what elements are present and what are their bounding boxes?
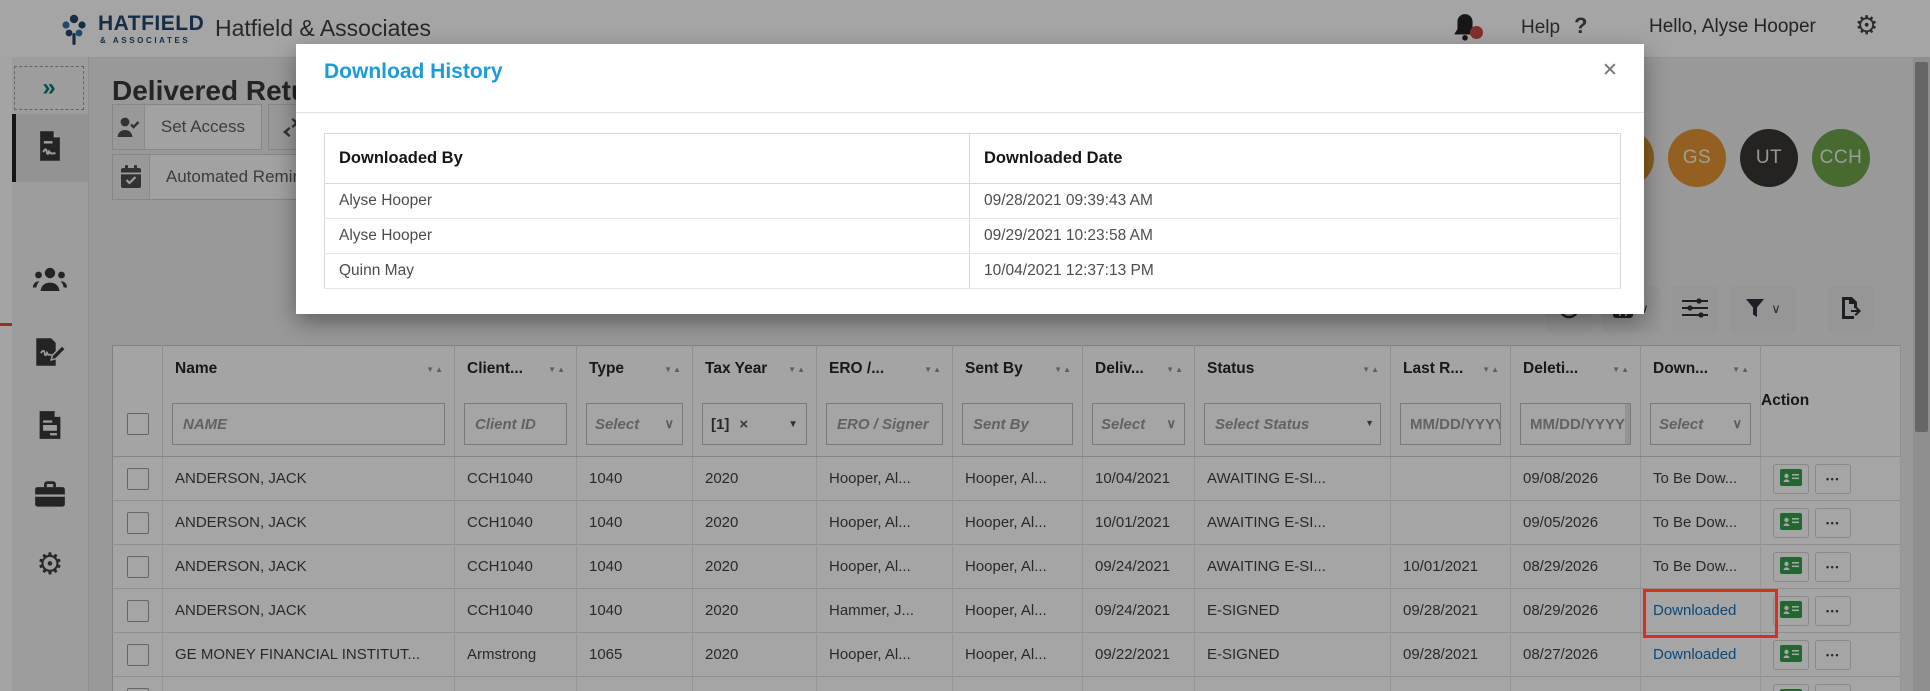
modal-divider bbox=[296, 112, 1644, 113]
download-history-table: Downloaded By Downloaded Date Alyse Hooper… bbox=[324, 133, 1621, 289]
history-column-header: Downloaded Date bbox=[969, 133, 1621, 184]
history-row: Alyse Hooper 09/28/2021 09:39:43 AM bbox=[324, 183, 1621, 219]
app: HATFIELD & ASSOCIATES Hatfield & Associa… bbox=[0, 0, 1930, 691]
history-downloaded-date: 10/04/2021 12:37:13 PM bbox=[969, 253, 1621, 289]
history-downloaded-date: 09/29/2021 10:23:58 AM bbox=[969, 218, 1621, 254]
close-icon[interactable]: ✕ bbox=[1596, 60, 1624, 81]
history-column-header: Downloaded By bbox=[324, 133, 970, 184]
history-downloaded-by: Alyse Hooper bbox=[324, 218, 970, 254]
history-row: Quinn May 10/04/2021 12:37:13 PM bbox=[324, 253, 1621, 289]
history-downloaded-by: Quinn May bbox=[324, 253, 970, 289]
history-header-row: Downloaded By Downloaded Date bbox=[324, 133, 1621, 184]
modal-title: Download History bbox=[324, 60, 503, 83]
highlight-box bbox=[1643, 589, 1778, 638]
history-downloaded-date: 09/28/2021 09:39:43 AM bbox=[969, 183, 1621, 219]
history-downloaded-by: Alyse Hooper bbox=[324, 183, 970, 219]
history-row: Alyse Hooper 09/29/2021 10:23:58 AM bbox=[324, 218, 1621, 254]
download-history-modal: Download History ✕ Downloaded By Download… bbox=[296, 44, 1644, 314]
